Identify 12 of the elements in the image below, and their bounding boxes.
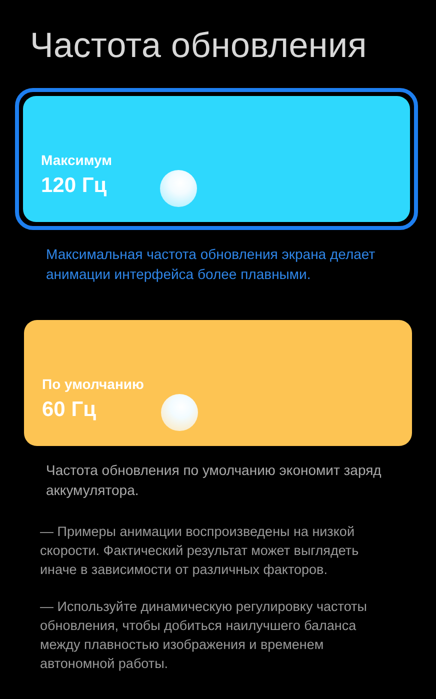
option-label: По умолчанию <box>42 376 144 392</box>
option-label: Максимум <box>41 152 112 168</box>
sphere-drawing <box>161 394 198 431</box>
option-value: 120 Гц <box>41 174 107 198</box>
page-title: Частота обновления <box>30 26 368 66</box>
option-description: Максимальная частота обновления экрана делает анимации интерфейса более плавными. <box>46 245 376 284</box>
note-text: — Примеры анимации воспроизведены на низкой скорости. Фактический результат может выглядеть иначе в зависимости от различных факторов. <box>40 523 360 579</box>
option-description: Частота обновления по умолчанию экономит заряд аккумулятора. <box>46 461 382 500</box>
sphere-drawing <box>160 170 197 207</box>
note-text: — Используйте динамическую регулировку частоты обновления, чтобы добиться наилучшего баланса между плавностью изображения и временем автономной работы. <box>40 598 368 673</box>
option-value: 60 Гц <box>42 398 96 422</box>
option-card[interactable]: По умолчанию 60 Гц <box>24 320 412 446</box>
